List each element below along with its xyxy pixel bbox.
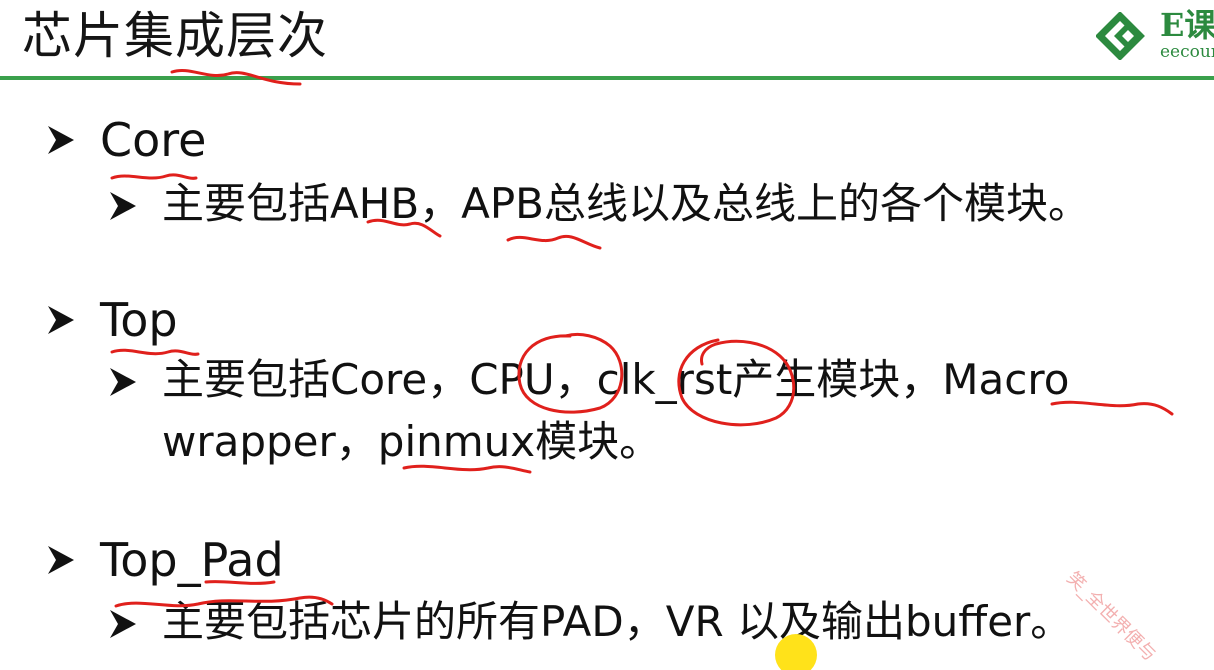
title-divider <box>0 76 1214 80</box>
eecourse-diamond-logo-icon <box>1096 12 1145 60</box>
bullet-heading-core: Core <box>100 113 207 167</box>
sub-bullet-text: 主要包括芯片的所有PAD，VR 以及输出buffer。 <box>162 597 1073 646</box>
watermark-text: 笑_全世界便与 <box>1062 567 1160 666</box>
arrowhead-bullet-icon <box>48 306 74 334</box>
bullet-heading-top-pad: Top_Pad <box>100 533 284 587</box>
arrowhead-bullet-icon <box>110 192 136 220</box>
bullet-heading-top: Top <box>100 293 178 347</box>
bullet-item-top-pad: Top_Pad <box>42 532 284 588</box>
arrowhead-bullet-icon <box>48 126 74 154</box>
eecourse-logo: E课 eecour <box>1096 6 1214 66</box>
bullet-item-top: Top <box>42 292 178 348</box>
sub-bullet-top-pad-1: 主要包括芯片的所有PAD，VR 以及输出buffer。 <box>106 594 1072 650</box>
sub-bullet-top-1: 主要包括Core，CPU，clk_rst产生模块，Macro <box>106 352 1069 408</box>
slide-title: 芯片集成层次 <box>22 7 328 65</box>
sub-bullet-top-continuation: wrapper，pinmux模块。 <box>162 414 661 470</box>
bullet-item-core: Core <box>42 112 206 168</box>
sub-bullet-text: 主要包括AHB，APB总线以及总线上的各个模块。 <box>162 179 1091 228</box>
pen-underline-macro <box>1050 400 1174 416</box>
logo-subtext: eecour <box>1160 42 1214 62</box>
pen-underline-apb <box>506 234 602 250</box>
sub-bullet-text: 主要包括Core，CPU，clk_rst产生模块，Macro <box>162 355 1070 404</box>
sub-bullet-core-1: 主要包括AHB，APB总线以及总线上的各个模块。 <box>106 176 1090 232</box>
sub-bullet-text-continuation: wrapper，pinmux模块。 <box>162 417 662 466</box>
arrowhead-bullet-icon <box>110 610 136 638</box>
logo-text: E课 <box>1160 6 1214 44</box>
arrowhead-bullet-icon <box>110 368 136 396</box>
presenter-cursor-dot <box>775 634 817 670</box>
slide-page: 芯片集成层次 E课 eecour Core 主要包括AHB，APB总线以及总线上… <box>0 0 1214 670</box>
arrowhead-bullet-icon <box>48 546 74 574</box>
